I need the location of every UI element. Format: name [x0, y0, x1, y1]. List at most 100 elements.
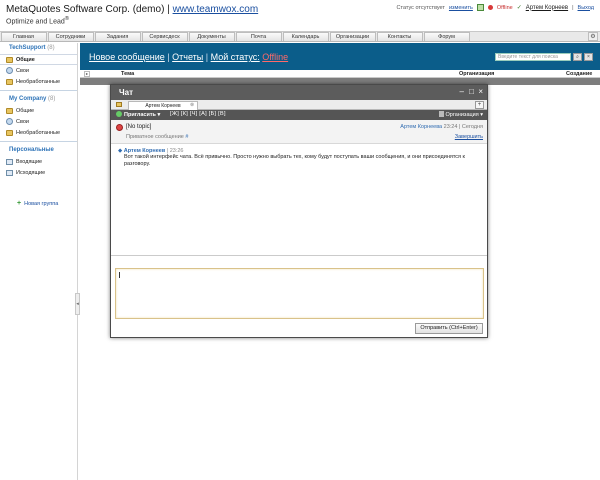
- tab-calendar[interactable]: Календарь: [282, 32, 329, 41]
- main-tabbar: Главная Сотрудники Задания Сервисдеск До…: [0, 31, 600, 42]
- reports-link[interactable]: Отчеты: [172, 52, 203, 62]
- building-icon: [438, 111, 444, 117]
- sidebar-group-techsupport[interactable]: TechSupport (8): [0, 43, 77, 54]
- send-button[interactable]: Отправить (Ctrl+Enter): [415, 323, 483, 334]
- chat-tab-user[interactable]: Артем Корнеев: [128, 101, 198, 110]
- website-link[interactable]: www.teamwox.com: [173, 4, 259, 15]
- tab-close-icon[interactable]: ⊗: [190, 102, 194, 108]
- tab-mail[interactable]: Почта: [235, 32, 282, 41]
- tab-forum[interactable]: Форум: [423, 32, 470, 41]
- plus-icon: +: [17, 200, 22, 207]
- change-status-link[interactable]: изменить: [449, 5, 473, 11]
- settings-icon[interactable]: ✓: [517, 4, 522, 11]
- sidebar-item-label: Входящие: [16, 158, 43, 165]
- organization-label: Организация: [445, 112, 479, 118]
- online-status[interactable]: Offline: [497, 5, 513, 11]
- tab-organizations[interactable]: Организации: [329, 32, 376, 41]
- sidebar-item-label: Свои: [16, 67, 29, 74]
- status-dot-icon: [487, 5, 493, 10]
- group-title: My Company: [9, 96, 47, 102]
- close-icon[interactable]: ×: [584, 53, 593, 61]
- sidebar-item-own[interactable]: Свои: [0, 65, 77, 76]
- tab-documents[interactable]: Документы: [188, 32, 235, 41]
- folder-icon[interactable]: [116, 102, 122, 107]
- sidebar-group-mycompany[interactable]: My Company (8): [0, 94, 77, 105]
- topic-author[interactable]: Артем Корнеева: [400, 124, 442, 130]
- sidebar-item-label: Общие: [16, 107, 35, 114]
- search-icon[interactable]: ⌕: [573, 53, 582, 61]
- chat-message-input[interactable]: [115, 268, 484, 319]
- chat-title: Чат: [119, 88, 133, 97]
- private-label-text: Приватное сообщение: [126, 134, 184, 140]
- finish-link[interactable]: Завершить: [455, 134, 483, 140]
- sidebar-item-unprocessed[interactable]: Необработанные: [0, 127, 77, 138]
- topic-meta: Артем Корнеева 23:24 | Сегодня: [400, 124, 483, 130]
- topic-day: Сегодня: [461, 124, 483, 130]
- col-topic[interactable]: Тема: [121, 71, 134, 77]
- toolbar-sep: |: [167, 52, 170, 62]
- messenger-icon[interactable]: [476, 4, 484, 11]
- sidebar-item-label: Необработанные: [16, 78, 61, 85]
- add-tab-icon[interactable]: +: [475, 101, 484, 109]
- chat-topic-area: [No topic] Артем Корнеева 23:24 | Сегодн…: [111, 120, 487, 144]
- my-status-label: Мой статус:: [210, 52, 260, 62]
- sidebar-divider: [0, 90, 77, 91]
- folder-icon: [6, 129, 13, 136]
- tab-contacts[interactable]: Контакты: [376, 32, 423, 41]
- group-count: (8): [47, 45, 55, 51]
- topic-time: 23:24: [443, 124, 458, 130]
- new-group-link[interactable]: + Новая группа: [17, 200, 58, 207]
- logout-link[interactable]: Выход: [578, 5, 594, 11]
- tab-home[interactable]: Главная: [0, 32, 47, 41]
- header-separator: |: [167, 4, 170, 15]
- invite-button[interactable]: Пригласить ▾: [116, 111, 160, 118]
- sidebar-item-unprocessed[interactable]: Необработанные: [0, 76, 77, 87]
- format-buttons[interactable]: [Ж] [К] [Ч] [A] [Б] [В]: [170, 111, 226, 117]
- col-created[interactable]: Создание: [566, 71, 592, 77]
- invite-icon: [116, 111, 122, 117]
- chat-tabs: Артем Корнеев ⊗ +: [111, 100, 487, 110]
- organization-button[interactable]: Организация ▾: [438, 111, 483, 118]
- chat-messages: ◆ Артем Корнеев | 23:26 Вот такой интерф…: [111, 144, 487, 256]
- minimize-icon[interactable]: –: [460, 87, 464, 96]
- sidebar-item-own[interactable]: Свои: [0, 116, 77, 127]
- text-caret: [119, 272, 120, 278]
- search-input[interactable]: Введите текст для поиска: [495, 53, 571, 61]
- col-organization[interactable]: Организация: [459, 71, 494, 77]
- chat-titlebar[interactable]: Чат – □ ×: [111, 85, 487, 100]
- invite-label: Пригласить: [124, 112, 156, 118]
- header-user-panel: Статус отсутствует изменить Offline ✓ Ар…: [397, 4, 594, 11]
- private-message-label: Приватное сообщение #: [126, 134, 188, 140]
- inbox-icon: [6, 158, 13, 165]
- gear-icon[interactable]: ⚙: [588, 32, 598, 41]
- maximize-icon[interactable]: □: [469, 87, 474, 96]
- sidebar-item-label: Исходящие: [16, 169, 46, 176]
- sidebar-item-label: Необработанные: [16, 129, 61, 136]
- message-text: Вот такой интерфейс чата. Всё привычно. …: [124, 154, 465, 167]
- new-message-link[interactable]: Новое сообщение: [89, 52, 165, 62]
- private-hash-link[interactable]: #: [185, 134, 188, 140]
- sidebar-divider: [0, 141, 77, 142]
- tab-tasks[interactable]: Задания: [94, 32, 141, 41]
- toolbar-sep: |: [205, 52, 209, 62]
- tagline-text: Optimize and Lead: [6, 18, 65, 26]
- sidebar-item-inbox[interactable]: Входящие: [0, 156, 77, 167]
- list-header: ▸ Тема Организация Создание: [80, 70, 600, 78]
- group-title: TechSupport: [9, 45, 46, 51]
- sidebar-item-general[interactable]: Общие: [0, 54, 77, 65]
- app-header: MetaQuotes Software Corp. (demo) | www.t…: [0, 0, 600, 30]
- chat-window: Чат – □ × Артем Корнеев ⊗ + Пригласить ▾…: [110, 84, 488, 338]
- tagline: Optimize and Lead®: [6, 16, 69, 25]
- user-name-link[interactable]: Артем Корнеев: [526, 5, 568, 11]
- company-name: MetaQuotes Software Corp. (demo): [6, 4, 165, 15]
- header-pipe: |: [572, 4, 574, 11]
- tab-employees[interactable]: Сотрудники: [47, 32, 94, 41]
- expand-icon[interactable]: ▸: [84, 71, 90, 77]
- sidebar-group-personal[interactable]: Персональные: [0, 145, 77, 156]
- sidebar-item-outbox[interactable]: Исходящие: [0, 167, 77, 178]
- sidebar-item-general[interactable]: Общие: [0, 105, 77, 116]
- tab-servicedesk[interactable]: Сервисдеск: [141, 32, 188, 41]
- close-icon[interactable]: ×: [478, 87, 483, 96]
- my-status-value[interactable]: Offline: [262, 52, 288, 62]
- status-text: Статус отсутствует: [396, 4, 445, 11]
